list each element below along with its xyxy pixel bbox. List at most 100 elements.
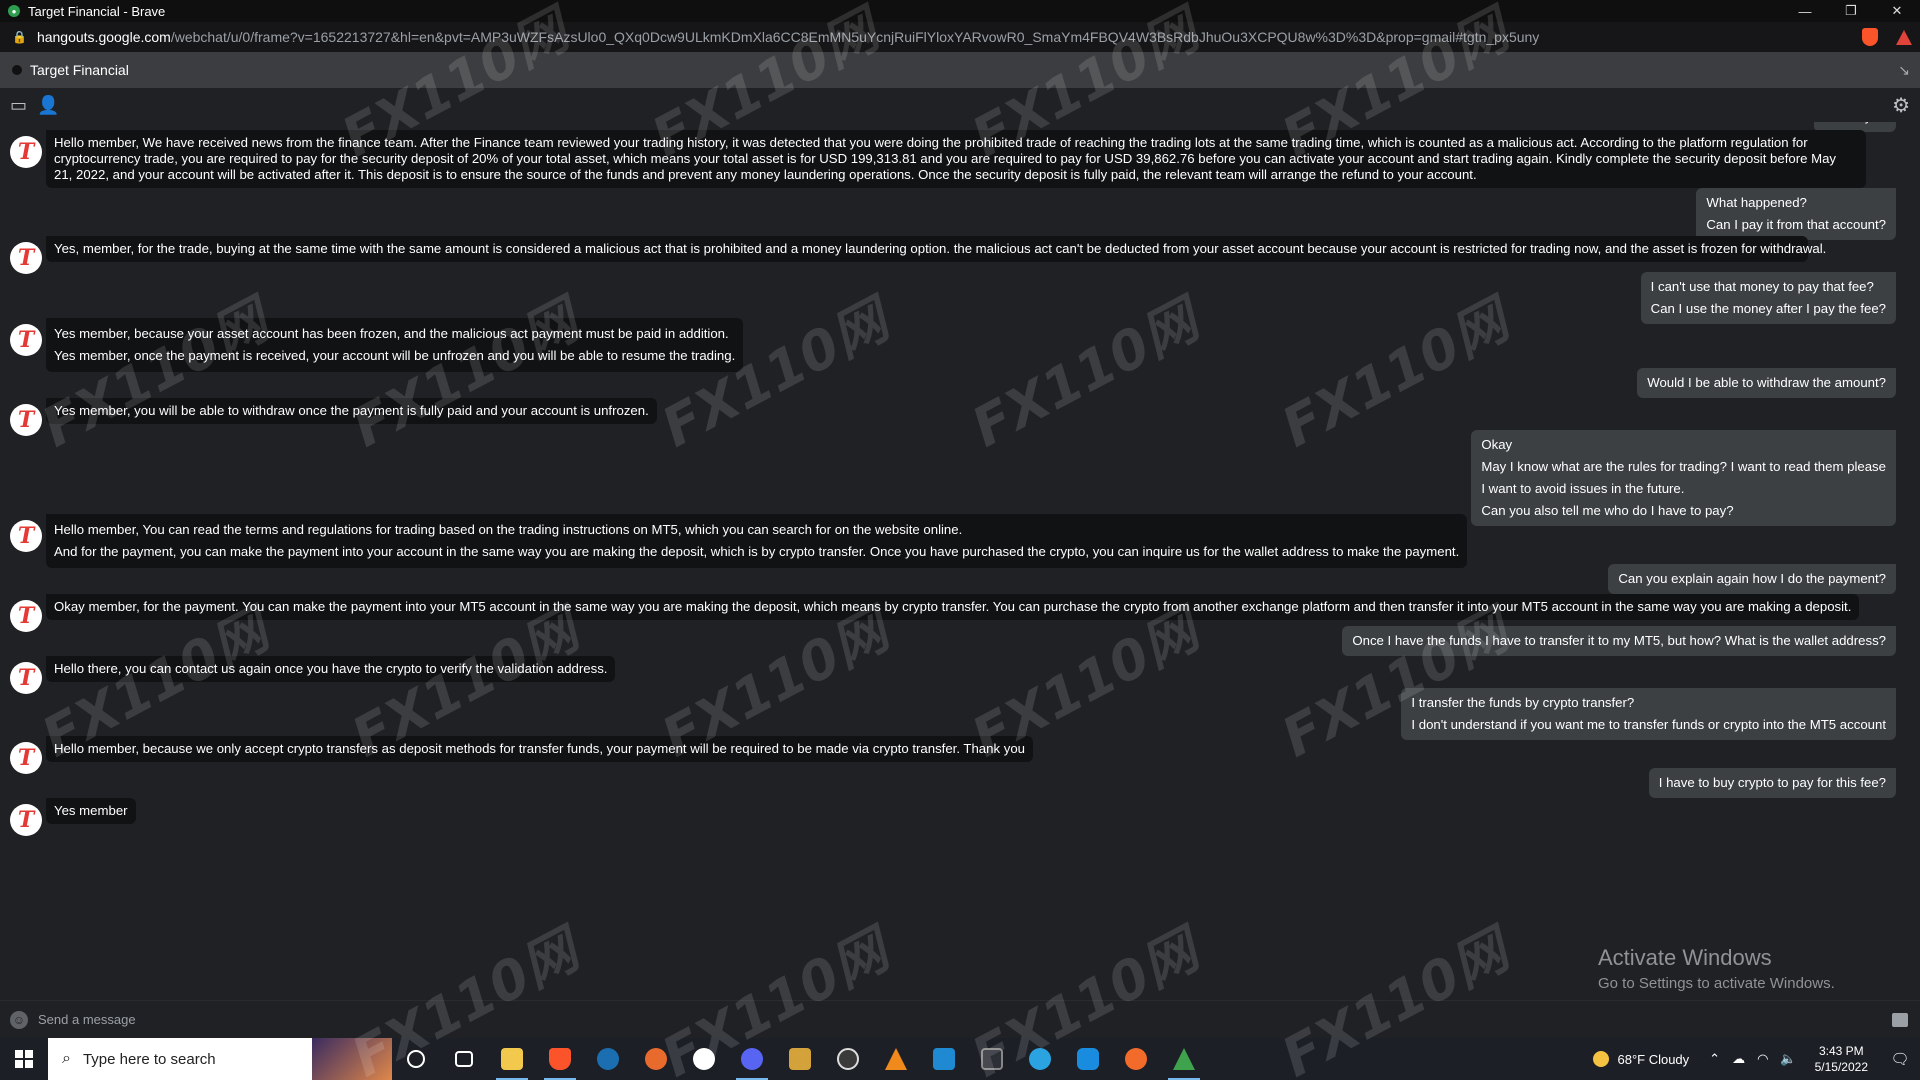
message-bubble[interactable]: Yes member, because your asset account h…	[46, 318, 744, 372]
message-text: I don't understand if you want me to tra…	[1411, 717, 1886, 732]
target-financial-avatar[interactable]: T	[10, 242, 42, 274]
steam-icon[interactable]	[584, 1038, 632, 1080]
message-bubble[interactable]: I can't use that money to pay that fee? C…	[1640, 272, 1896, 324]
telegram-icon[interactable]	[1016, 1038, 1064, 1080]
message-text: I can't use that money to pay that fee?	[1650, 279, 1874, 294]
outgoing-message: What happened? Can I pay it from that acc…	[1696, 188, 1896, 240]
message-bubble[interactable]: Yes member, you will be able to withdraw…	[46, 398, 657, 424]
message-bubble[interactable]: Hello member, You can read the terms and…	[46, 514, 1468, 568]
message-bubble[interactable]: Once I have the funds I have to transfer…	[1342, 626, 1896, 656]
message-text: Yes, member, for the trade, buying at th…	[54, 241, 1827, 256]
message-bubble[interactable]: Okay member, for the payment. You can ma…	[46, 594, 1860, 620]
message-bubble[interactable]: Yes, member, for the trade, buying at th…	[46, 236, 1827, 262]
message-text: Hello there, you can contact us again on…	[54, 661, 608, 676]
postman-icon[interactable]	[1112, 1038, 1160, 1080]
message-text: I want to avoid issues in the future.	[1481, 481, 1685, 496]
message-bubble[interactable]: Okay May I know what are the rules for tr…	[1471, 430, 1896, 526]
message-list[interactable]: Thank you T Hello member, We have received…	[0, 122, 1920, 1000]
clock-date: 5/15/2022	[1814, 1060, 1868, 1074]
message-text: Can I pay it from that account?	[1706, 217, 1886, 232]
message-bubble[interactable]: I transfer the funds by crypto transfer?…	[1401, 688, 1896, 740]
target-financial-avatar[interactable]: T	[10, 600, 42, 632]
message-text: Hello member, because we only accept cry…	[54, 741, 1025, 756]
message-bubble[interactable]: Would I be able to withdraw the amount?	[1637, 368, 1896, 398]
vscode-icon[interactable]	[920, 1038, 968, 1080]
message-bubble[interactable]: I have to buy crypto to pay for this fee…	[1648, 768, 1896, 798]
vlc-icon[interactable]	[872, 1038, 920, 1080]
message-bubble[interactable]: What happened? Can I pay it from that acc…	[1696, 188, 1896, 240]
metatrader-icon[interactable]	[1160, 1038, 1208, 1080]
message-bubble[interactable]: Can you explain again how I do the payme…	[1608, 564, 1896, 594]
gear-icon[interactable]: ⚙	[1892, 93, 1910, 118]
search-icon: ⌕	[62, 1050, 71, 1067]
activate-subtitle: Go to Settings to activate Windows.	[1598, 975, 1835, 992]
start-button[interactable]	[0, 1038, 48, 1080]
lock-icon[interactable]: 🔒	[12, 30, 27, 44]
target-financial-avatar[interactable]: T	[10, 404, 42, 436]
notification-icon[interactable]: 🗨	[1880, 1050, 1920, 1068]
davinci-resolve-icon[interactable]	[968, 1038, 1016, 1080]
chat-title: Target Financial	[30, 62, 129, 78]
chat-toolbar: ▭ 👤 ⚙	[0, 88, 1920, 122]
target-financial-avatar[interactable]: T	[10, 742, 42, 774]
target-financial-avatar[interactable]: T	[10, 804, 42, 836]
add-person-icon[interactable]: 👤	[37, 95, 59, 116]
cortana-icon[interactable]	[392, 1038, 440, 1080]
obs-icon[interactable]	[824, 1038, 872, 1080]
url-path[interactable]: /webchat/u/0/frame?v=1652213727&hl=en&pv…	[171, 29, 1539, 45]
brave-icon[interactable]	[536, 1038, 584, 1080]
clock-app-icon[interactable]	[680, 1038, 728, 1080]
incoming-message: T Yes, member, for the trade, buying at t…	[0, 236, 1827, 274]
message-bubble[interactable]: Hello there, you can contact us again on…	[46, 656, 616, 682]
message-bubble[interactable]: Hello member, because we only accept cry…	[46, 736, 1033, 762]
volume-icon[interactable]: 🔈	[1780, 1051, 1796, 1067]
brave-shields-icon[interactable]	[1862, 28, 1878, 46]
message-text: Can you also tell me who do I have to pa…	[1481, 503, 1734, 518]
message-input[interactable]: Send a message	[38, 1012, 1892, 1027]
brave-rewards-icon[interactable]	[1896, 29, 1912, 45]
incoming-message: T Yes member, because your asset account …	[0, 318, 744, 372]
target-financial-avatar[interactable]: T	[10, 324, 42, 356]
close-button[interactable]: ✕	[1874, 0, 1920, 22]
chevron-up-icon[interactable]: ⌃	[1709, 1051, 1720, 1067]
window-title: Target Financial - Brave	[28, 3, 166, 19]
taskbar-search[interactable]: ⌕ Type here to search	[48, 1038, 392, 1080]
file-explorer-icon[interactable]	[488, 1038, 536, 1080]
resize-icon[interactable]: ↘	[1898, 62, 1910, 79]
incoming-message: T Hello member, We have received news fro…	[0, 130, 1866, 188]
target-financial-avatar[interactable]: T	[10, 136, 42, 168]
address-bar[interactable]: 🔒 hangouts.google.com /webchat/u/0/frame…	[0, 22, 1920, 52]
message-text: I transfer the funds by crypto transfer?	[1411, 695, 1635, 710]
incoming-message: T Hello member, because we only accept cr…	[0, 736, 1033, 774]
emoji-icon[interactable]: ☺	[10, 1010, 28, 1029]
avatar-logo-icon: T	[17, 139, 35, 165]
message-text: Can I use the money after I pay the fee?	[1650, 301, 1886, 316]
discord-icon[interactable]	[728, 1038, 776, 1080]
message-bubble[interactable]: Hello member, We have received news from…	[46, 130, 1866, 188]
weather-widget[interactable]: 68°F Cloudy	[1593, 1051, 1689, 1067]
target-financial-avatar[interactable]: T	[10, 520, 42, 552]
browser-icon[interactable]	[1064, 1038, 1112, 1080]
onedrive-icon[interactable]: ☁	[1732, 1051, 1745, 1067]
task-view-icon[interactable]	[440, 1038, 488, 1080]
message-bubble[interactable]: Yes member	[46, 798, 136, 824]
search-placeholder[interactable]: Type here to search	[83, 1051, 312, 1068]
message-text: Hello member, We have received news from…	[54, 135, 1837, 182]
archive-app-icon[interactable]	[776, 1038, 824, 1080]
image-icon[interactable]	[1892, 1012, 1908, 1027]
weather-text: 68°F Cloudy	[1617, 1051, 1690, 1067]
avatar-logo-icon: T	[17, 665, 35, 691]
wifi-icon[interactable]: ◠	[1757, 1051, 1768, 1067]
restore-button[interactable]: ❐	[1828, 0, 1874, 22]
firefox-icon[interactable]	[632, 1038, 680, 1080]
url-host[interactable]: hangouts.google.com	[37, 29, 171, 45]
avatar-logo-icon: T	[17, 523, 35, 549]
message-input-bar[interactable]: ☺ Send a message	[0, 1000, 1920, 1038]
video-call-icon[interactable]: ▭	[10, 95, 27, 116]
system-tray: 68°F Cloudy ⌃ ☁ ◠ 🔈 3:43 PM 5/15/2022 🗨	[1593, 1038, 1920, 1080]
outgoing-message: I have to buy crypto to pay for this fee…	[1648, 768, 1896, 798]
outgoing-message: Once I have the funds I have to transfer…	[1342, 626, 1896, 656]
target-financial-avatar[interactable]: T	[10, 662, 42, 694]
clock[interactable]: 3:43 PM 5/15/2022	[1815, 1043, 1868, 1075]
minimize-button[interactable]: —	[1782, 0, 1828, 22]
